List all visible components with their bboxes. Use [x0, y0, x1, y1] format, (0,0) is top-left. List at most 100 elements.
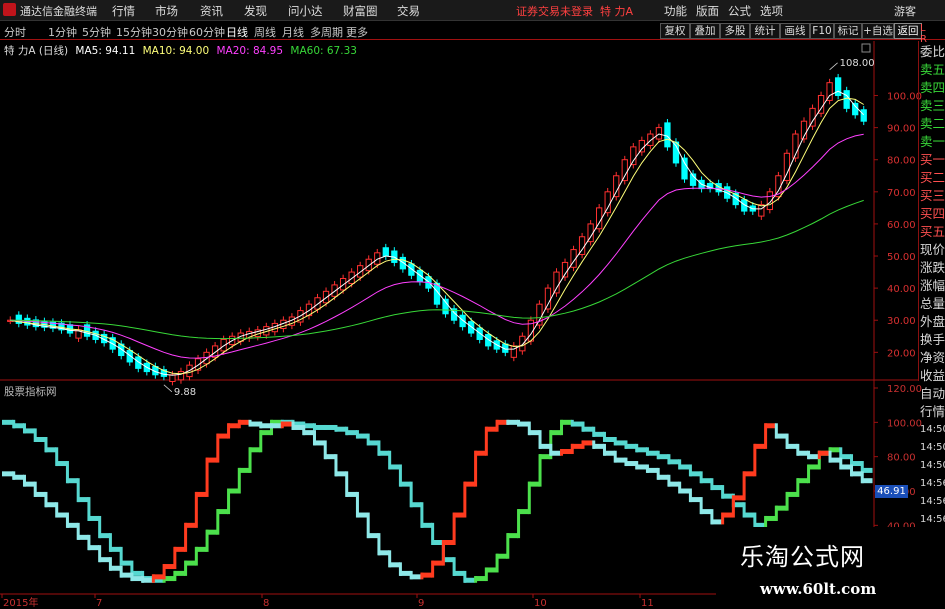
indicator-slow-riser-45 — [484, 567, 488, 582]
ma60-line — [10, 199, 864, 340]
indicator-slow-riser-69 — [742, 502, 746, 518]
indicator-fast-riser-19 — [205, 457, 209, 497]
indicator-slow-riser-5 — [55, 447, 59, 467]
indicator-fast-riser-27 — [291, 421, 295, 430]
indicator-fast-seg-0 — [2, 471, 14, 477]
indicator-fast-riser-39 — [420, 572, 424, 580]
candle-98 — [843, 90, 850, 109]
indicator-fast-riser-60 — [645, 464, 649, 473]
indicator-slow-riser-47 — [506, 533, 510, 559]
indicator-slow-riser-54 — [581, 421, 585, 432]
side-item-16[interactable]: 换手 — [920, 332, 945, 348]
side-item-1[interactable]: 卖五 — [920, 62, 945, 78]
side-item-10[interactable]: 买五 — [920, 224, 945, 240]
indicator-slow-seg-0 — [2, 419, 14, 425]
side-item-13[interactable]: 涨幅 — [920, 278, 945, 294]
indicator-fast-riser-12 — [130, 572, 134, 582]
side-item-3[interactable]: 卖三 — [920, 98, 945, 114]
price-tick-7: 90.00 — [887, 124, 916, 135]
side-time-0: 14:50 — [920, 424, 945, 435]
indicator-slow-riser-44 — [474, 576, 478, 583]
price-tick-8: 100.00 — [887, 92, 922, 103]
side-item-4[interactable]: 卖二 — [920, 116, 945, 132]
indicator-slow-riser-67 — [721, 485, 725, 499]
side-time-5: 14:56 — [920, 514, 945, 525]
candle-74 — [638, 139, 645, 153]
indicator-fast-riser-72 — [774, 423, 778, 439]
indicator-slow-riser-65 — [699, 471, 703, 484]
indicator-fast-riser-63 — [678, 481, 682, 494]
price-tick-5: 70.00 — [887, 188, 916, 199]
candle-70 — [604, 191, 611, 214]
indicator-slow-riser-8 — [87, 497, 91, 521]
indicator-fast-riser-6 — [65, 512, 69, 528]
indicator-fast-riser-22 — [237, 419, 241, 429]
indicator-slow-riser-63 — [678, 459, 682, 470]
indicator-fast-riser-56 — [602, 443, 606, 456]
indicator-fast-riser-66 — [710, 509, 714, 525]
indicator-slow-riser-4 — [44, 437, 48, 453]
indicator-slow-riser-52 — [560, 419, 564, 436]
indicator-fast-riser-44 — [474, 450, 478, 487]
side-item-11[interactable]: 现价 — [920, 242, 945, 258]
indicator-fast-riser-49 — [527, 421, 531, 436]
date-tick-5: 11 — [641, 598, 654, 609]
annotation-leader-0 — [163, 384, 173, 393]
candle-46 — [399, 256, 407, 270]
indicator-slow-riser-32 — [345, 426, 349, 436]
candle-44 — [382, 247, 389, 257]
side-bottom-1[interactable]: 行情 — [920, 404, 945, 420]
indicator-slow-riser-60 — [645, 447, 649, 456]
indicator-fast-riser-15 — [162, 564, 166, 580]
indicator-fast-riser-41 — [441, 540, 445, 566]
indicator-slow-riser-7 — [76, 478, 80, 503]
side-item-15[interactable]: 外盘 — [920, 314, 945, 330]
indicator-fast-riser-4 — [44, 491, 48, 508]
side-item-6[interactable]: 买一 — [920, 152, 945, 168]
candle-42 — [365, 258, 372, 272]
indicator-slow-riser-10 — [108, 533, 112, 552]
indicator-slow-riser-39 — [420, 502, 424, 528]
side-item-18[interactable]: 收益 — [920, 368, 945, 384]
side-item-2[interactable]: 卖四 — [920, 80, 945, 96]
indicator-slow-riser-16 — [173, 570, 177, 582]
indicator-fast-riser-51 — [549, 443, 553, 456]
price-tick-1: 30.00 — [887, 316, 916, 327]
watermark-url: www.60lt.com — [760, 580, 877, 598]
indicator-slow-riser-73 — [785, 491, 789, 511]
indicator-slow-riser-35 — [377, 440, 381, 456]
candle-64 — [553, 271, 560, 294]
indicator-fast-riser-7 — [76, 522, 80, 540]
side-item-8[interactable]: 买三 — [920, 188, 945, 204]
candle-77 — [664, 122, 671, 148]
indicator-fast-riser-37 — [398, 562, 402, 576]
indicator-fast-riser-36 — [388, 550, 392, 568]
side-bottom-0[interactable]: 自动 — [920, 386, 945, 402]
side-item-12[interactable]: 涨跌 — [920, 260, 945, 276]
indicator-fast-riser-75 — [807, 450, 811, 460]
side-time-1: 14:50 — [920, 442, 945, 453]
candle-71 — [613, 175, 620, 198]
indicator-slow-riser-30 — [323, 424, 327, 430]
indicator-slow-riser-33 — [355, 430, 359, 439]
indicator-fast-riser-5 — [55, 502, 59, 518]
indicator-fast-riser-73 — [785, 433, 789, 449]
indicator-fast-riser-35 — [377, 533, 381, 556]
side-item-14[interactable]: 总量 — [920, 296, 945, 312]
side-item-0[interactable]: 委比 — [920, 44, 945, 60]
side-item-17[interactable]: 净资 — [920, 350, 945, 366]
indicator-slow-riser-1 — [12, 419, 16, 429]
side-item-9[interactable]: 买四 — [920, 206, 945, 222]
indicator-slow-riser-36 — [388, 450, 392, 470]
candle-76 — [655, 127, 663, 140]
indicator-slow-riser-20 — [216, 509, 220, 535]
side-item-5[interactable]: 卖一 — [920, 134, 945, 150]
indicator-slow-riser-58 — [624, 440, 628, 449]
side-item-7[interactable]: 买二 — [920, 170, 945, 186]
indicator-fast-riser-65 — [699, 497, 703, 515]
candle-60 — [519, 335, 526, 352]
ind-tick-4: 100.00 — [887, 418, 922, 429]
candle-75 — [647, 133, 654, 146]
indicator-slow-riser-29 — [312, 423, 316, 430]
indicator-slow-riser-40 — [431, 522, 435, 545]
